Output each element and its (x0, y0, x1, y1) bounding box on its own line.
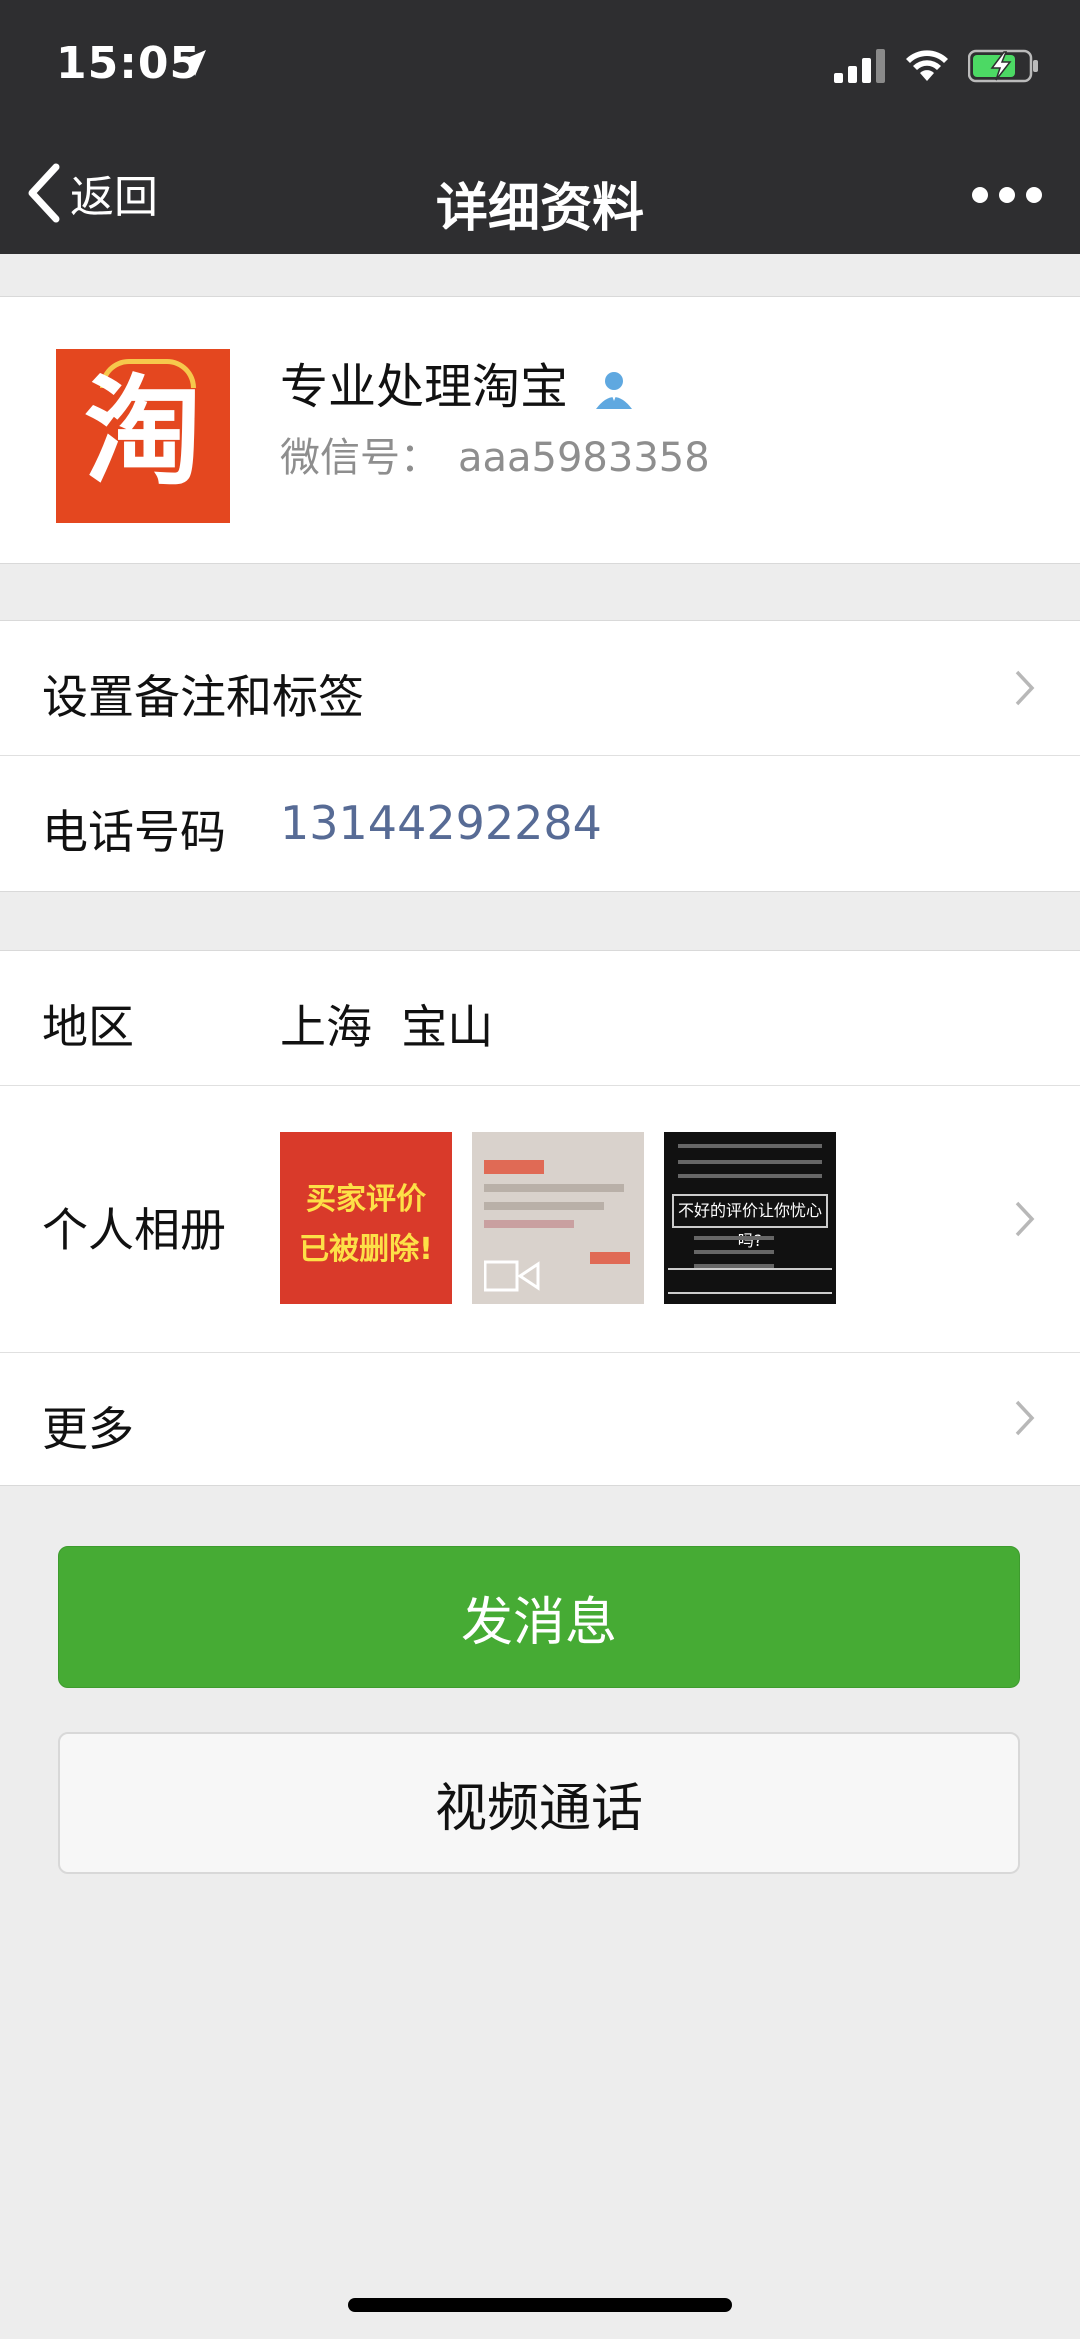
signal-icon (834, 49, 885, 83)
phone-row: 电话号码 13144292284 (0, 756, 1080, 890)
home-indicator[interactable] (348, 2298, 732, 2312)
thumb1-line2: 已被删除! (299, 1232, 433, 1267)
phone-label: 电话号码 (42, 805, 226, 859)
region-label: 地区 (42, 1000, 134, 1054)
region-value: 上海 宝山 (280, 1000, 494, 1054)
profile-name: 专业处理淘宝 (280, 347, 637, 417)
video-icon (484, 1260, 540, 1292)
remark-tag-label: 设置备注和标签 (42, 670, 364, 724)
status-bar: 15:05 (0, 0, 1080, 130)
contact-info-card: 设置备注和标签 电话号码 13144292284 (0, 620, 1080, 892)
album-thumbnails: 买家评价 已被删除! 不好的评价让你忧心吗? (280, 1132, 840, 1304)
video-call-button[interactable]: 视频通话 (58, 1732, 1020, 1874)
chevron-right-icon (1015, 1201, 1035, 1237)
thumb1-line1: 买家评价 (306, 1182, 426, 1217)
phone-number-link[interactable]: 13144292284 (280, 796, 602, 850)
wechat-id-value: aaa5983358 (458, 435, 710, 481)
person-icon (596, 372, 633, 409)
more-label: 更多 (42, 1402, 134, 1456)
avatar[interactable]: 淘 (56, 349, 230, 523)
album-thumb-2[interactable] (472, 1132, 644, 1304)
remark-tag-row[interactable]: 设置备注和标签 (0, 621, 1080, 756)
wifi-icon (906, 50, 948, 81)
status-icons (834, 48, 1040, 84)
album-row[interactable]: 个人相册 买家评价 已被删除! 不好的评价让你忧心吗? (0, 1086, 1080, 1353)
profile-name-text: 专业处理淘宝 (280, 359, 569, 415)
album-label: 个人相册 (42, 1203, 226, 1257)
region-row: 地区 上海 宝山 (0, 951, 1080, 1086)
wechat-id: 微信号： aaa5983358 (280, 425, 710, 483)
album-thumb-3[interactable]: 不好的评价让你忧心吗? (664, 1132, 836, 1304)
chevron-right-icon (1015, 670, 1035, 706)
profile-card: 淘 专业处理淘宝 微信号： aaa5983358 (0, 296, 1080, 564)
wechat-id-label: 微信号： (280, 435, 440, 481)
chevron-right-icon (1015, 1400, 1035, 1436)
album-thumb-1[interactable]: 买家评价 已被删除! (280, 1132, 452, 1304)
more-dots-icon[interactable] (972, 170, 1042, 220)
location-arrow-icon (180, 50, 206, 76)
avatar-char: 淘 (83, 363, 202, 501)
details-card: 地区 上海 宝山 个人相册 买家评价 已被删除! 不好的评价让你忧心吗? 更多 (0, 950, 1080, 1486)
more-row[interactable]: 更多 (0, 1353, 1080, 1485)
battery-charging-icon (968, 49, 1038, 83)
nav-bar: 返回 详细资料 (0, 130, 1080, 254)
page-title: 详细资料 (435, 179, 644, 239)
thumb3-text: 不好的评价让你忧心吗? (672, 1194, 828, 1250)
send-message-button[interactable]: 发消息 (58, 1546, 1020, 1688)
